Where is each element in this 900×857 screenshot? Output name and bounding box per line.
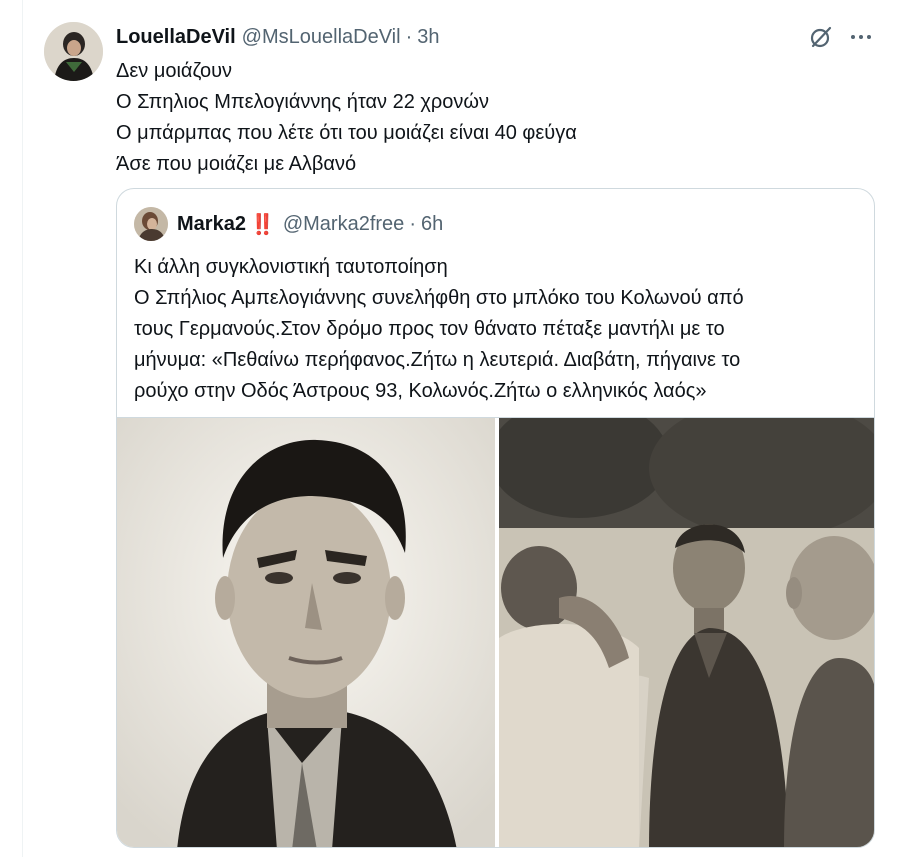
- quoted-media: [117, 417, 874, 847]
- quoted-display-name[interactable]: Marka2: [177, 213, 246, 236]
- quoted-header: Marka2 ‼️ @Marka2free · 6h: [177, 211, 443, 237]
- quoted-timestamp[interactable]: 6h: [421, 213, 443, 236]
- tweet-text-line: Δεν μοιάζουν: [116, 60, 233, 82]
- separator-dot: ·: [405, 25, 413, 48]
- tweet-text-line: Άσε που μοιάζει με Αλβανό: [116, 153, 357, 175]
- quoted-tweet[interactable]: Marka2 ‼️ @Marka2free · 6h Κι άλλη συγκλ…: [116, 188, 875, 848]
- tweet-header: LouellaDeVil @MsLouellaDeVil · 3h: [116, 24, 440, 50]
- more-icon[interactable]: [848, 26, 874, 48]
- quoted-text-line: Ο Σπήλιος Αμπελογιάννης συνελήφθη στο μπ…: [134, 287, 744, 309]
- tweet[interactable]: LouellaDeVil @MsLouellaDeVil · 3h Δεν μο…: [0, 0, 900, 857]
- avatar[interactable]: [44, 22, 103, 81]
- quoted-avatar[interactable]: [134, 207, 168, 241]
- quoted-text-line: τους Γερμανούς.Στον δρόμο προς τον θάνατ…: [134, 318, 725, 340]
- tweet-text-line: Ο Σπηλιος Μπελογιάννης ήταν 22 χρονών: [116, 91, 489, 113]
- portrait-photo[interactable]: [117, 418, 495, 847]
- tweet-text: Δεν μοιάζουν Ο Σπηλιος Μπελογιάννης ήταν…: [116, 56, 876, 180]
- double-exclamation-icon: ‼️: [249, 213, 275, 236]
- separator-dot: ·: [409, 212, 416, 235]
- timeline-divider: [22, 0, 23, 857]
- quoted-text-line: ρούχο στην Οδός Άστρους 93, Κολωνός.Ζήτω…: [134, 380, 707, 402]
- quoted-text-line: μήνυμα: «Πεθαίνω περήφανος.Ζήτω η λευτερ…: [134, 349, 741, 371]
- quoted-handle[interactable]: @Marka2free: [283, 213, 404, 236]
- quoted-text-line: Κι άλλη συγκλονιστική ταυτοποίηση: [134, 256, 448, 278]
- user-handle[interactable]: @MsLouellaDeVil: [242, 26, 401, 49]
- timestamp[interactable]: 3h: [417, 26, 439, 49]
- group-photo[interactable]: [499, 418, 874, 847]
- quoted-text: Κι άλλη συγκλονιστική ταυτοποίηση Ο Σπήλ…: [134, 252, 864, 407]
- grok-icon[interactable]: [808, 24, 834, 50]
- tweet-text-line: Ο μπάρμπας που λέτε ότι του μοιάζει είνα…: [116, 122, 577, 144]
- display-name[interactable]: LouellaDeVil: [116, 26, 236, 49]
